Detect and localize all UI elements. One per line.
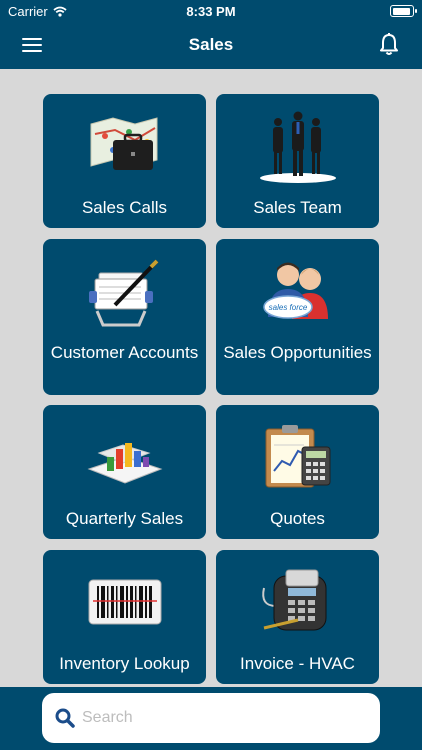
tile-sales-calls[interactable]: Sales Calls: [43, 94, 206, 228]
battery-icon: [390, 5, 417, 17]
map-briefcase-icon: [43, 114, 206, 178]
tile-label: Quotes: [270, 509, 325, 528]
tile-label: Inventory Lookup: [59, 654, 190, 673]
barcode-icon: [43, 574, 206, 630]
salesforce-people-icon: sales force: [216, 255, 379, 331]
tile-label: Customer Accounts: [49, 342, 200, 364]
card-reader-icon: [216, 566, 379, 638]
search-icon: [55, 708, 75, 728]
status-time: 8:33 PM: [186, 4, 236, 19]
tile-label: Sales Calls: [81, 198, 168, 217]
page-title: Sales: [188, 35, 234, 54]
svg-text:sales force: sales force: [268, 303, 307, 312]
bottom-bar: [0, 687, 422, 750]
tile-label-text: Customer Accounts: [50, 343, 199, 362]
app-header: Carrier 8:33 PM Sales: [0, 0, 422, 69]
tile-quotes[interactable]: Quotes: [216, 405, 379, 539]
search-bar[interactable]: [42, 693, 380, 743]
notification-bell-icon[interactable]: [378, 32, 400, 56]
tile-invoice-hvac[interactable]: Invoice - HVAC: [216, 550, 379, 684]
clipboard-calculator-icon: [216, 421, 379, 491]
status-bar: Carrier 8:33 PM: [0, 0, 422, 22]
search-input[interactable]: [80, 708, 364, 728]
tile-inventory-lookup[interactable]: Inventory Lookup: [43, 550, 206, 684]
rolodex-pen-icon: [43, 255, 206, 331]
tile-sales-opportunities[interactable]: sales force Sales Opportunities: [216, 239, 379, 395]
tile-label: Quarterly Sales: [65, 509, 184, 528]
tile-customer-accounts[interactable]: Customer Accounts: [43, 239, 206, 395]
bar-chart-icon: [43, 423, 206, 487]
tile-quarterly-sales[interactable]: Quarterly Sales: [43, 405, 206, 539]
tile-label: Invoice - HVAC: [240, 654, 355, 673]
tile-sales-team[interactable]: Sales Team: [216, 94, 379, 228]
team-icon: [216, 108, 379, 184]
tile-label-text: Sales Opportunities: [223, 343, 372, 362]
tile-label: Sales Team: [253, 198, 342, 217]
tile-label: Sales Opportunities: [222, 342, 373, 364]
